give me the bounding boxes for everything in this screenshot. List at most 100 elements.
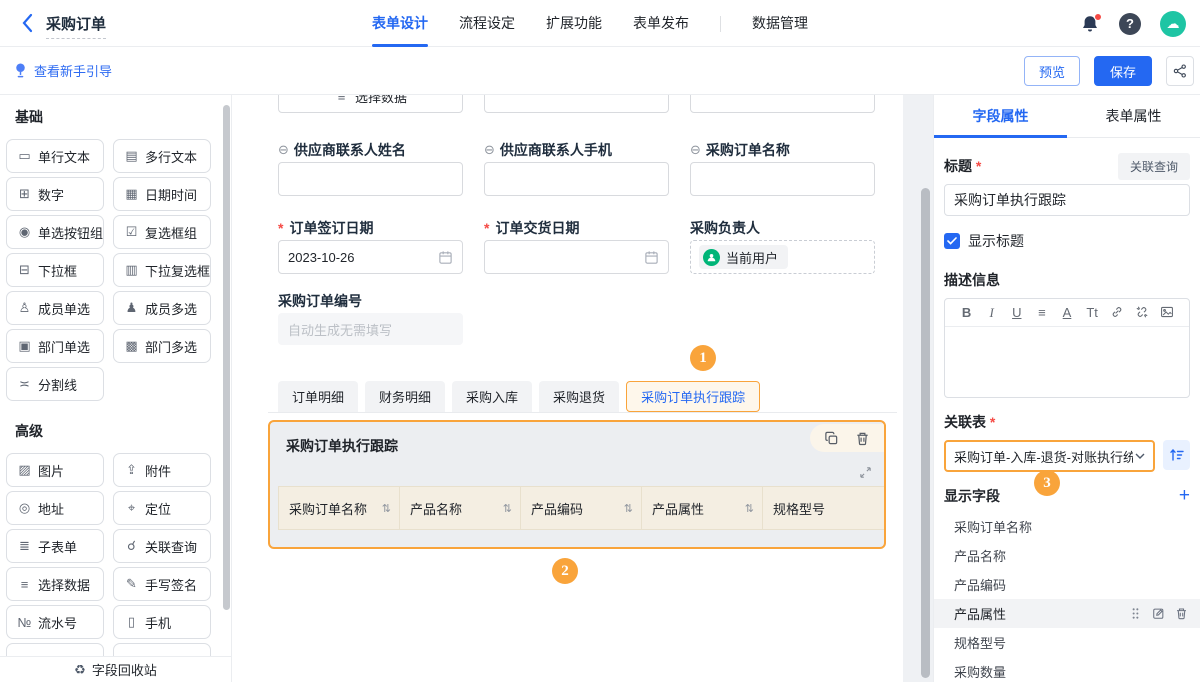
field-type-button-select-data[interactable]: ≡选择数据 (6, 567, 104, 601)
field-type-button-location[interactable]: ⌖定位 (113, 491, 211, 525)
order-no-field[interactable]: 自动生成无需填写 (278, 313, 463, 345)
field-type-button-partial[interactable] (6, 643, 104, 656)
display-field-item-5[interactable]: 规格型号 (934, 628, 1200, 657)
back-icon[interactable] (20, 13, 34, 33)
delivery-date-input[interactable] (484, 240, 669, 274)
table-column-3[interactable]: 产品编码⇅ (520, 486, 641, 530)
field-type-button-signature[interactable]: ✎手写签名 (113, 567, 211, 601)
field-type-button-lookup[interactable]: ☌关联查询 (113, 529, 211, 563)
field-input[interactable] (278, 162, 463, 196)
detail-tab-5[interactable]: 采购订单执行跟踪 (626, 381, 760, 412)
field-type-button-image[interactable]: ▨图片 (6, 453, 104, 487)
field-type-button-datetime[interactable]: ▦日期时间 (113, 177, 211, 211)
field-type-button-attachment[interactable]: ⇪附件 (113, 453, 211, 487)
field-type-button-dropdown-multi[interactable]: ▥下拉复选框 (113, 253, 211, 287)
copy-icon[interactable] (824, 431, 839, 446)
field-input[interactable] (484, 95, 669, 113)
field-type-button-subform[interactable]: ≣子表单 (6, 529, 104, 563)
field-type-button-address[interactable]: ◎地址 (6, 491, 104, 525)
field-type-label: 手写签名 (145, 575, 197, 594)
sort-icon[interactable]: ⇅ (745, 502, 754, 515)
sign-date-input[interactable]: 2023-10-26 (278, 240, 463, 274)
table-column-5[interactable]: 规格型号⇅ (762, 486, 886, 530)
current-user-chip[interactable]: 当前用户 (699, 245, 788, 269)
font-color-icon[interactable]: A (1054, 305, 1079, 320)
preview-button[interactable]: 预览 (1024, 56, 1080, 86)
nav-tab-1[interactable]: 表单设计 (372, 0, 428, 47)
insert-image-icon[interactable] (1155, 305, 1180, 320)
expand-icon[interactable] (859, 466, 872, 479)
field-type-button-member-single[interactable]: ♙成员单选 (6, 291, 104, 325)
field-type-button-radio-group[interactable]: ◉单选按钮组 (6, 215, 104, 249)
save-button[interactable]: 保存 (1094, 56, 1152, 86)
detail-tab-3[interactable]: 采购入库 (452, 381, 532, 412)
sort-icon[interactable]: ⇅ (503, 502, 512, 515)
nav-tab-2[interactable]: 流程设定 (459, 0, 515, 47)
form-title[interactable]: 采购订单 (46, 13, 106, 39)
display-field-item-3[interactable]: 产品编码 (934, 570, 1200, 599)
title-input[interactable] (944, 184, 1190, 216)
trash-icon[interactable] (1175, 607, 1188, 620)
detail-tab-2[interactable]: 财务明细 (365, 381, 445, 412)
font-size-icon[interactable]: Tt (1080, 305, 1105, 320)
tracking-panel[interactable]: 采购订单执行跟踪 采购订单名称⇅产品名称⇅产品编码⇅产品属性⇅规格型号⇅ (268, 420, 886, 549)
field-type-button-phone[interactable]: ▯手机 (113, 605, 211, 639)
display-field-item-6[interactable]: 采购数量 (934, 657, 1200, 682)
delete-icon[interactable] (855, 431, 870, 446)
field-type-button-number[interactable]: ⊞数字 (6, 177, 104, 211)
sort-icon[interactable]: ⇅ (382, 502, 391, 515)
table-column-4[interactable]: 产品属性⇅ (641, 486, 762, 530)
inspector-tab-1[interactable]: 字段属性 (934, 95, 1067, 137)
field-type-button-checkbox-group[interactable]: ☑复选框组 (113, 215, 211, 249)
help-icon[interactable]: ? (1119, 13, 1141, 35)
field-type-button-serial-number[interactable]: №流水号 (6, 605, 104, 639)
underline-icon[interactable]: U (1004, 305, 1029, 320)
display-field-item-1[interactable]: 采购订单名称 (934, 512, 1200, 541)
nav-tab-5[interactable]: 数据管理 (752, 0, 808, 47)
inspector-tab-2[interactable]: 表单属性 (1067, 95, 1200, 137)
field-order-config-button[interactable] (1163, 440, 1190, 470)
nav-tab-4[interactable]: 表单发布 (633, 0, 689, 47)
avatar[interactable]: ☁ (1160, 11, 1186, 37)
link-icon[interactable] (1105, 305, 1130, 320)
detail-tab-4[interactable]: 采购退货 (539, 381, 619, 412)
table-column-1[interactable]: 采购订单名称⇅ (278, 486, 399, 530)
field-type-button-multi-line-text[interactable]: ▤多行文本 (113, 139, 211, 173)
editor-body[interactable] (945, 327, 1189, 397)
field-type-button-dept-multi[interactable]: ▩部门多选 (113, 329, 211, 363)
palette-scrollbar[interactable] (223, 105, 230, 610)
field-input[interactable] (690, 162, 875, 196)
field-input[interactable] (690, 95, 875, 113)
field-input[interactable] (484, 162, 669, 196)
canvas-scrollbar[interactable] (921, 188, 930, 678)
description-editor[interactable]: BIU≡ATt (944, 298, 1190, 398)
table-column-2[interactable]: 产品名称⇅ (399, 486, 520, 530)
checkbox-checked-icon[interactable] (944, 233, 960, 249)
italic-icon[interactable]: I (979, 305, 1004, 321)
field-type-button-dept-single[interactable]: ▣部门单选 (6, 329, 104, 363)
display-field-item-4[interactable]: 产品属性 (934, 599, 1200, 628)
unlink-icon[interactable] (1130, 305, 1155, 320)
field-recycle-bin[interactable]: ♻ 字段回收站 (0, 656, 231, 682)
select-data-field[interactable]: ≡ 选择数据 (278, 95, 463, 113)
notification-bell-icon[interactable] (1080, 14, 1100, 34)
link-table-select[interactable]: 采购订单-入库-退货-对账执行统计 (944, 440, 1155, 472)
field-type-button-partial[interactable] (113, 643, 211, 656)
purchase-owner-field[interactable]: 当前用户 (690, 240, 875, 274)
edit-icon[interactable] (1152, 607, 1165, 620)
bold-icon[interactable]: B (954, 305, 979, 320)
add-field-icon[interactable]: + (1179, 487, 1190, 505)
show-title-checkbox-row[interactable]: 显示标题 (944, 232, 1190, 250)
drag-handle-icon[interactable] (1129, 607, 1142, 620)
field-type-button-single-line-text[interactable]: ▭单行文本 (6, 139, 104, 173)
display-field-item-2[interactable]: 产品名称 (934, 541, 1200, 570)
field-type-button-dropdown[interactable]: ⊟下拉框 (6, 253, 104, 287)
detail-tab-1[interactable]: 订单明细 (278, 381, 358, 412)
beginner-guide-link[interactable]: 查看新手引导 (14, 61, 112, 80)
align-icon[interactable]: ≡ (1029, 305, 1054, 320)
field-type-button-member-multi[interactable]: ♟成员多选 (113, 291, 211, 325)
sort-icon[interactable]: ⇅ (624, 502, 633, 515)
field-type-button-divider[interactable]: ≍分割线 (6, 367, 104, 401)
share-button[interactable] (1166, 56, 1194, 86)
nav-tab-3[interactable]: 扩展功能 (546, 0, 602, 47)
